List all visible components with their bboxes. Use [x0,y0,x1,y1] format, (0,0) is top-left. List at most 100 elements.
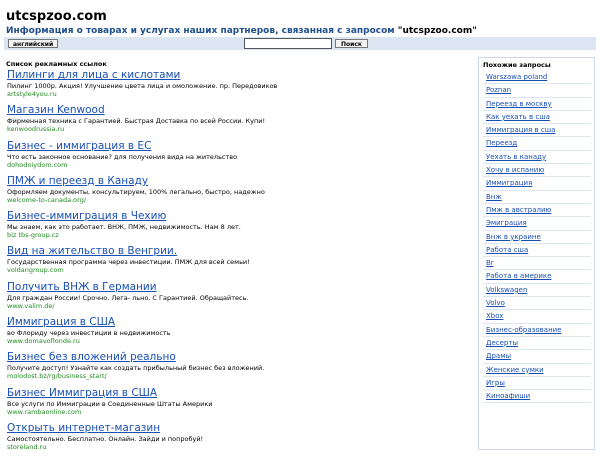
ad-description: во Флориду через инвестиции в недвижимос… [7,329,171,338]
ad-url-link[interactable]: www.domavoflonde.ru [7,337,467,345]
related-search-link[interactable]: Киноафиши [483,390,591,402]
related-item: Бизнес-образование [483,324,591,337]
related-item: Пмж в австралию [483,204,591,218]
related-search-link[interactable]: Женские сумки [483,364,591,376]
ad-url-link[interactable]: www.rambaonline.com [7,408,467,416]
ad-url-link[interactable]: kenwoodrussia.ru [7,125,467,133]
subtitle-text: Информация о товарах и услугах наших пар… [6,26,398,36]
related-item: Иммиграция в сша [483,124,591,138]
related-search-link[interactable]: Работа в америке [483,270,591,282]
related-item: Warszawa poland [483,71,591,85]
related-search-link[interactable]: Переезд в москву [483,98,591,110]
related-heading: Похожие запросы [483,61,551,69]
ads-heading: Список рекламных ссылок [6,60,107,68]
related-search-link[interactable]: Volvo [483,297,591,309]
ad-url-link[interactable]: molodost.bz/rg/business_start/ [7,372,467,380]
ad-title-link[interactable]: Открыть интернет-магазин [7,422,467,435]
related-search-link[interactable]: Иммиграция в сша [483,124,591,136]
related-search-link[interactable]: Warszawa poland [483,71,591,83]
ad-item: Открыть интернет-магазин Самостоятельно. … [7,422,467,457]
ad-url-link[interactable]: dohodniydom.com [7,161,467,169]
ad-url-link[interactable]: artstyle4you.ru [7,90,467,98]
related-item: Переезд в москву [483,98,591,111]
related-search-link[interactable]: Как уехать в сша [483,111,591,123]
ad-description: Получите доступ! Узнайте как создать при… [7,364,265,373]
subtitle-query: "utcspzoo.com" [397,26,477,36]
ad-item: Иммиграция в США во Флориду через инвести… [7,316,467,351]
related-search-link[interactable]: Br [483,257,591,269]
ad-title-link[interactable]: ПМЖ и переезд в Канаду [7,175,467,188]
ad-description: Пилинг 1000р. Акция! Улучшение цвета лиц… [7,82,278,90]
ad-url-link[interactable]: welcome-to-canada.org/ [7,196,467,204]
related-item: Работа в америке [483,270,591,284]
related-item: Poznan [483,84,591,98]
related-item: Переезд [483,137,591,151]
ad-title-link[interactable]: Бизнес - иммиграция в ЕС [7,140,467,153]
related-search-link[interactable]: Пмж в австралию [483,204,591,216]
ad-description: Мы знаем, как это работает. ВНЖ, ПМЖ, не… [7,223,241,232]
related-item: Br [483,257,591,271]
related-item: Игры [483,377,591,391]
ad-description: Все услуги по Иммиграции в Соединенные Ш… [7,399,213,408]
related-search-link[interactable]: Бизнес-образование [483,324,591,336]
ad-title-link[interactable]: Бизнес без вложений реально [7,351,467,364]
ad-description: Самостоятельно. Бесплатно. Онлайн. Зайди… [7,434,204,443]
related-item: Volvo [483,297,591,311]
ad-description: Что есть законное основание? для получен… [7,152,238,161]
language-button[interactable]: английский [8,39,59,48]
ad-title-link[interactable]: Вид на жительство в Венгрии. [7,245,467,258]
ad-item: Пилинги для лица с кислотами Пилинг 1000р… [7,69,467,104]
related-search-link[interactable]: Работа сша [483,244,591,256]
related-item: Киноафиши [483,390,591,404]
related-search-link[interactable]: Внж [483,191,591,203]
related-item: Как уехать в сша [483,111,591,125]
related-item: Десерты [483,337,591,351]
ad-title-link[interactable]: Иммиграция в США [7,316,467,329]
related-search-link[interactable]: Драмы [483,350,591,362]
related-search-link[interactable]: Игры [483,377,591,389]
related-item: Уехать в канаду [483,151,591,165]
ad-title-link[interactable]: Бизнес-иммиграция в Чехию [7,210,467,223]
related-search-link[interactable]: Volkswagen [483,284,591,296]
ad-item: Получить ВНЖ в Германии Для граждан Росси… [7,281,467,316]
related-search-link[interactable]: Уехать в канаду [483,151,591,163]
related-item: Volkswagen [483,284,591,298]
ad-title-link[interactable]: Бизнес Иммиграция в США [7,387,467,400]
related-search-link[interactable]: Хочу в испанию [483,164,591,176]
ad-description: Государственная программа через инвестиц… [7,258,250,267]
ad-item: Бизнес - иммиграция в ЕС Что есть законно… [7,140,467,175]
related-search-link[interactable]: Xbox [483,310,591,322]
ad-title-link[interactable]: Получить ВНЖ в Германии [7,281,467,294]
ad-item: Бизнес без вложений реально Получите дост… [7,351,467,386]
ad-title-link[interactable]: Пилинги для лица с кислотами [7,69,467,82]
ad-url-link[interactable]: www.valim.de/ [7,302,467,310]
related-search-link[interactable]: Десерты [483,337,591,349]
ads-list: Пилинги для лица с кислотами Пилинг 1000р… [7,69,467,457]
ad-url-link[interactable]: biz tbs-group.cz [7,231,467,239]
ad-title-link[interactable]: Магазин Kenwood [7,104,467,117]
ad-item: Вид на жительство в Венгрии. Государствен… [7,245,467,280]
related-item: Внж в украине [483,231,591,244]
ad-url-link[interactable]: voldangroup.com [7,266,467,274]
search-toolbar: английский Поиск [4,37,596,50]
search-input[interactable] [244,38,332,49]
ad-description: Оформляем документы, консультируем, 100%… [7,187,265,196]
related-search-link[interactable]: Эмиграция [483,217,591,229]
ad-item: ПМЖ и переезд в Канаду Оформляем документ… [7,175,467,210]
related-item: Драмы [483,350,591,364]
related-item: Работа сша [483,244,591,258]
related-search-link[interactable]: Переезд [483,137,591,149]
related-list: Warszawa poland Poznan Переезд в москву Как… [483,71,591,404]
related-item: Внж [483,191,591,204]
related-item: Эмиграция [483,217,591,231]
ad-item: Бизнес-иммиграция в Чехию Мы знаем, как э… [7,210,467,245]
related-search-link[interactable]: Внж в украине [483,231,591,243]
ad-item: Бизнес Иммиграция в США Все услуги по Имм… [7,387,467,422]
related-item: Иммиграция [483,177,591,191]
related-item: Женские сумки [483,364,591,377]
related-search-link[interactable]: Poznan [483,84,591,96]
search-button[interactable]: Поиск [335,39,368,48]
page-subtitle: Информация о товарах и услугах наших пар… [6,25,477,37]
ad-description: Фирменная техника с Гарантией. Быстрая Д… [7,117,266,126]
related-search-link[interactable]: Иммиграция [483,177,591,189]
